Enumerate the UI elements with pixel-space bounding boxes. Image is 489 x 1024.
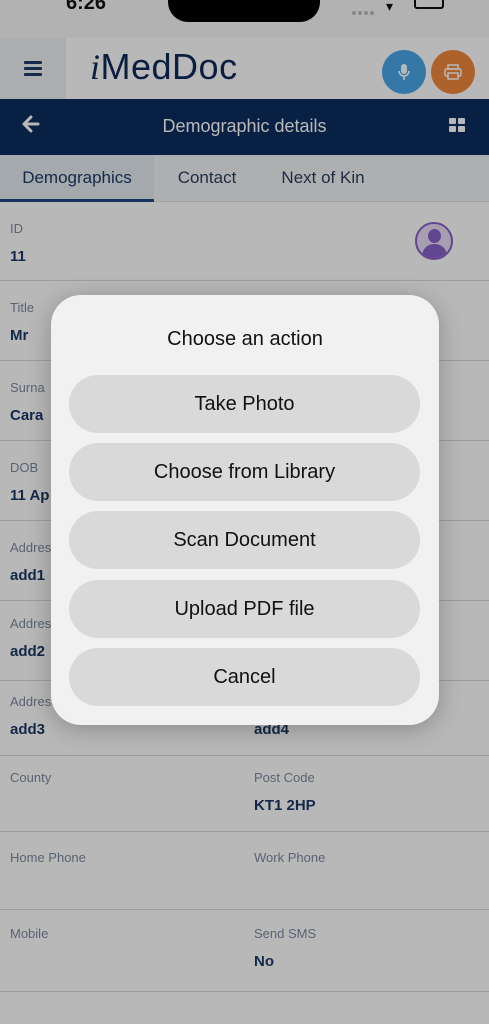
upload-pdf-button[interactable]: Upload PDF file — [69, 580, 420, 638]
action-sheet: Choose an action Take Photo Choose from … — [51, 295, 439, 725]
cancel-button[interactable]: Cancel — [69, 648, 420, 706]
action-sheet-title: Choose an action — [167, 328, 323, 350]
take-photo-button[interactable]: Take Photo — [69, 375, 420, 433]
choose-from-library-button[interactable]: Choose from Library — [69, 443, 420, 501]
scan-document-button[interactable]: Scan Document — [69, 511, 420, 569]
